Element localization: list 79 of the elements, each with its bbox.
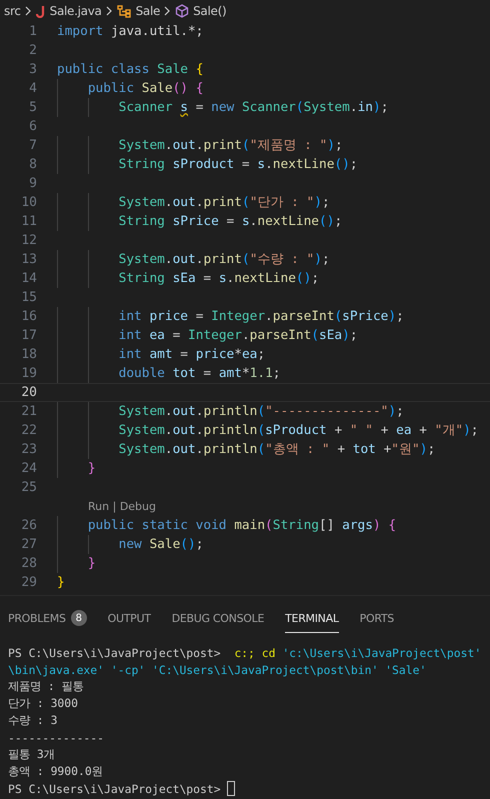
line-number: 14 [20, 271, 37, 286]
terminal-line: 필통 3개 [8, 747, 55, 762]
line-number: 23 [20, 442, 37, 457]
code-line: System.out.println(sProduct + " " + ea + "개"); [118, 422, 479, 439]
java-icon [36, 4, 46, 18]
line-number: 19 [20, 366, 37, 381]
code-line: System.out.print("수량 : "); [118, 251, 330, 268]
line-number: 15 [20, 290, 37, 305]
line-number: 20 [20, 385, 37, 400]
line-number: 2 [28, 43, 37, 58]
panel-tab[interactable]: PROBLEMS 8 [8, 606, 87, 633]
breadcrumb-item[interactable]: src [4, 4, 21, 18]
breadcrumb-item[interactable]: Sale() [193, 4, 226, 18]
terminal-line: PS C:\Users\i\JavaProject\post> [8, 782, 222, 796]
code-line: } [86, 556, 96, 571]
code-line: new Sale(); [118, 537, 204, 552]
terminal-line: 제품명 : 필통 [8, 679, 84, 694]
code-line: System.out.print("단가 : "); [118, 194, 330, 211]
line-number: 21 [20, 404, 37, 419]
breadcrumb-item[interactable]: Sale [136, 4, 160, 18]
panel-tab[interactable]: DEBUG CONSOLE [172, 606, 264, 633]
count-badge: 8 [70, 610, 87, 626]
code-line: } [57, 575, 65, 590]
cube-icon [175, 4, 190, 18]
line-number: 29 [20, 575, 37, 590]
line-number: 27 [20, 537, 37, 552]
line-number: 1 [28, 24, 37, 39]
terminal-line: 수량 : 3 [8, 713, 58, 728]
terminal-line: -------------- [8, 730, 104, 744]
codelens-link[interactable]: Run [88, 500, 110, 513]
class-icon [116, 4, 132, 18]
code-line: String sProduct = s.nextLine(); [118, 157, 358, 172]
terminal-line: \bin\java.exe' '-cp' 'C:\Users\i\JavaProject\post\bin' 'Sale' [8, 662, 426, 676]
chevron-icon [24, 6, 32, 16]
line-number: 17 [20, 328, 37, 343]
panel-tab[interactable]: TERMINAL [285, 606, 339, 633]
line-number: 26 [20, 518, 37, 533]
code-line: int ea = Integer.parseInt(sEa); [118, 328, 358, 343]
line-number: 25 [20, 480, 37, 495]
code-line: } [86, 461, 96, 476]
line-number: 9 [28, 176, 37, 191]
line-number: 22 [20, 423, 37, 438]
line-number: 24 [20, 461, 37, 476]
code-line: int price = Integer.parseInt(sPrice); [118, 309, 404, 324]
terminal-line: 단가 : 3000 [8, 696, 78, 711]
code-line: System.out.print("제품명 : "); [118, 137, 343, 154]
line-number: 6 [28, 119, 37, 134]
line-number: 10 [20, 195, 37, 210]
code-line: String sEa = s.nextLine(); [118, 271, 320, 286]
line-number: 8 [28, 157, 37, 172]
code-line: int amt = price*ea; [118, 347, 266, 362]
codelens-link[interactable]: Debug [120, 500, 156, 513]
chevron-icon [164, 6, 172, 16]
code-line: public Sale() { [86, 81, 204, 96]
panel-tab[interactable]: OUTPUT [108, 606, 151, 633]
panel-tab[interactable]: PORTS [360, 606, 394, 633]
line-number: 28 [20, 556, 37, 571]
line-number: 18 [20, 347, 37, 362]
line-number: 12 [20, 233, 37, 248]
code-line: public class Sale { [57, 62, 204, 77]
line-number: 11 [20, 214, 37, 229]
code-line: System.out.println("총액 : " + tot +"원"); [118, 441, 436, 458]
breadcrumb-item[interactable]: Sale.java [50, 4, 102, 18]
chevron-icon [106, 6, 113, 16]
terminal-line: 총액 : 9900.0원 [8, 764, 103, 779]
code-line: System.out.println("--------------"); [118, 404, 404, 419]
code-line: public static void main(String[] args) { [86, 518, 396, 533]
terminal-line: PS C:\Users\i\JavaProject\post> c:; cd 'c:\Users\i\JavaProject\post' [8, 646, 482, 660]
code-line: Scanner s = new Scanner(System.in); [118, 100, 388, 115]
codelens-separator: | [112, 500, 118, 513]
line-number: 13 [20, 252, 37, 267]
line-number: 5 [28, 100, 37, 115]
line-number: 3 [28, 62, 37, 77]
line-number: 16 [20, 309, 37, 324]
line-number: 7 [28, 138, 37, 153]
line-number: 4 [28, 81, 37, 96]
code-line: import java.util.*; [57, 24, 204, 39]
code-line: double tot = amt*1.1; [118, 366, 281, 381]
code-line: String sPrice = s.nextLine(); [118, 214, 342, 229]
